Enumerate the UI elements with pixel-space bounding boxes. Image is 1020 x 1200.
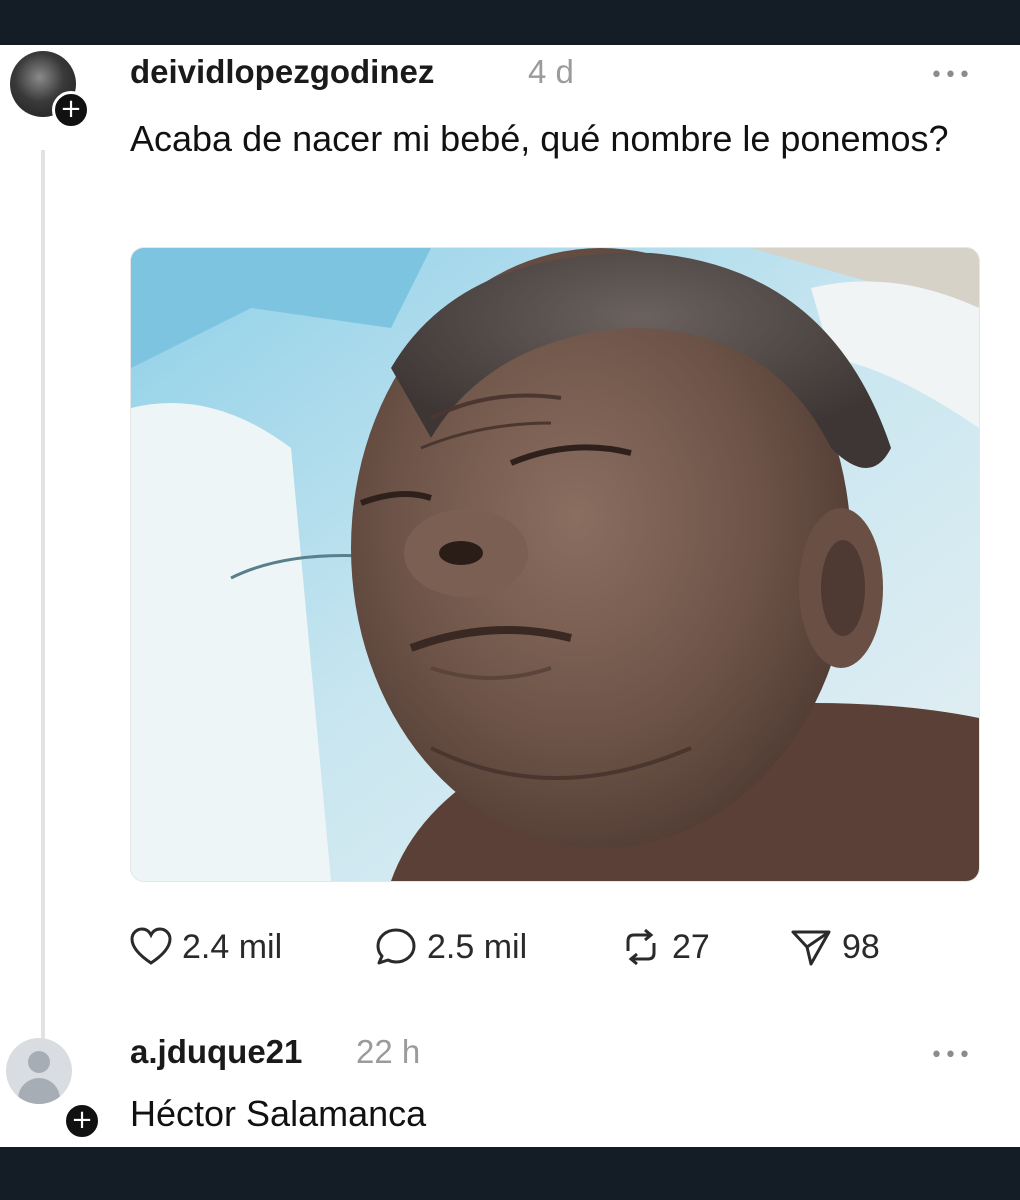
reply-body-text: Héctor Salamanca: [130, 1093, 427, 1134]
like-button[interactable]: 2.4 mil: [130, 925, 282, 969]
reply-author-avatar[interactable]: [6, 1038, 72, 1104]
default-user-icon-body: [18, 1078, 60, 1104]
top-frame-bar: [0, 0, 1020, 45]
repost-button[interactable]: 27: [620, 925, 710, 969]
reply-timestamp: 22 h: [356, 1033, 421, 1070]
default-user-icon-head: [28, 1051, 50, 1073]
post-author-username[interactable]: deividlopezgodinez: [130, 53, 434, 91]
post-action-bar: 2.4 mil 2.5 mil 27 98: [130, 925, 930, 969]
post-more-options-icon[interactable]: •••: [930, 63, 972, 88]
like-count: 2.4 mil: [182, 927, 283, 966]
heart-icon: [130, 927, 172, 965]
speech-bubble-icon: [376, 928, 416, 965]
follow-plus-icon[interactable]: +: [63, 1102, 101, 1140]
share-button[interactable]: 98: [790, 925, 880, 969]
share-count: 98: [842, 927, 880, 966]
reply-button[interactable]: 2.5 mil: [375, 925, 527, 969]
repost-arrows-icon: [626, 928, 656, 966]
reply-author-username[interactable]: a.jduque21: [130, 1033, 302, 1071]
post-body-text: Acaba de nacer mi bebé, qué nombre le po…: [130, 118, 949, 159]
baby-photo-illustration: [131, 248, 979, 881]
post-timestamp: 4 d: [528, 53, 574, 90]
post-photo-crying-newborn[interactable]: [130, 247, 980, 882]
reply-count: 2.5 mil: [427, 927, 528, 966]
repost-count: 27: [672, 927, 710, 966]
paper-plane-icon: [791, 930, 831, 966]
bottom-frame-bar: [0, 1147, 1020, 1200]
thread-connector-line: [41, 150, 45, 1055]
thread-feed: + deividlopezgodinez 4 d ••• Acaba de na…: [0, 45, 1020, 1147]
reply-more-options-icon[interactable]: •••: [930, 1043, 972, 1068]
follow-plus-icon[interactable]: +: [52, 91, 90, 129]
